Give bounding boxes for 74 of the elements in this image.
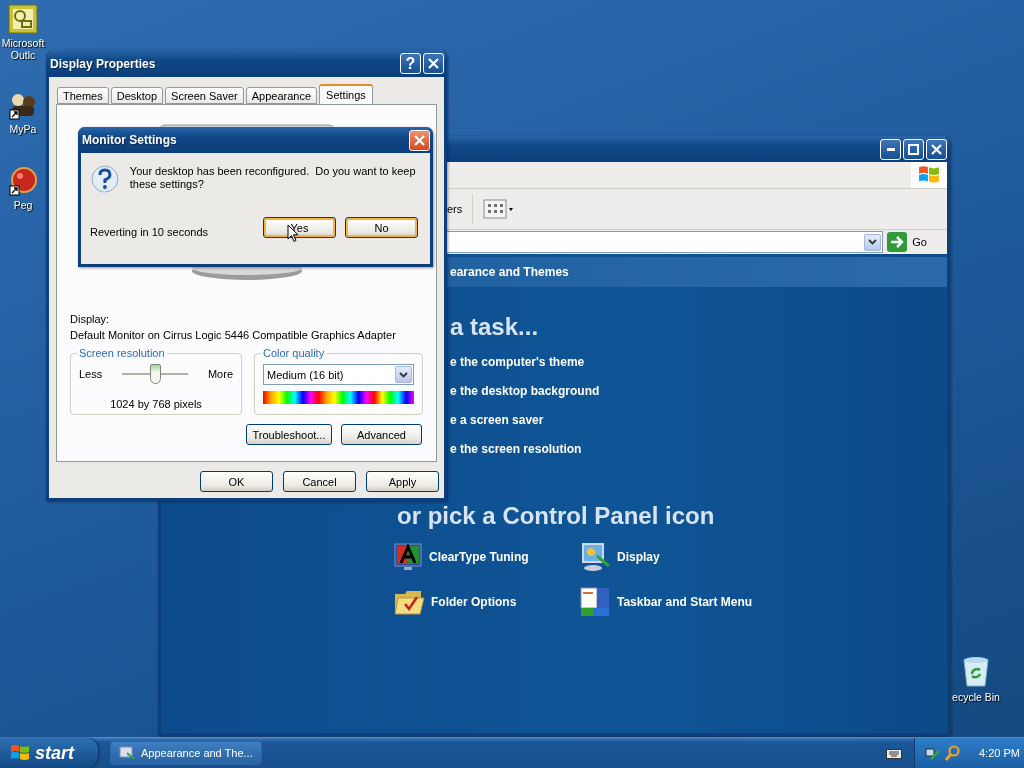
chevron-down-icon bbox=[868, 239, 878, 245]
slider-thumb[interactable] bbox=[150, 364, 162, 384]
clock: 4:20 PM bbox=[979, 747, 1020, 759]
folder-icon bbox=[393, 588, 425, 616]
dialog-button[interactable]: No bbox=[345, 217, 418, 238]
display-icon bbox=[579, 542, 611, 572]
slider-max-label: More bbox=[207, 368, 233, 380]
taskbar-icon bbox=[579, 586, 611, 618]
panel-button[interactable]: Troubleshoot... bbox=[246, 424, 332, 445]
tab[interactable]: Screen Saver bbox=[165, 87, 244, 104]
slider-min-label: Less bbox=[79, 368, 103, 380]
control-panel-link[interactable]: Display bbox=[617, 550, 660, 564]
minimize-icon bbox=[886, 147, 895, 151]
taskbar-button[interactable]: Appearance and The... bbox=[110, 741, 262, 765]
task-link[interactable]: e the screen resolution bbox=[450, 442, 947, 456]
views-icon[interactable] bbox=[483, 199, 516, 219]
minimize-button[interactable] bbox=[880, 138, 901, 160]
countdown-text: Reverting in 10 seconds bbox=[90, 225, 209, 238]
maximize-button[interactable] bbox=[903, 138, 924, 160]
dialog-button[interactable]: Cancel bbox=[283, 471, 356, 492]
icon-heading: or pick a Control Panel icon bbox=[397, 502, 715, 530]
desktop-icon-label[interactable]: MyPa bbox=[9, 123, 37, 135]
desktop-icon-label[interactable]: Peg bbox=[13, 199, 33, 211]
network-icon[interactable] bbox=[925, 745, 941, 761]
keyboard-icon[interactable] bbox=[886, 747, 902, 759]
category-title: earance and Themes bbox=[450, 265, 569, 279]
close-icon bbox=[414, 134, 425, 146]
control-panel-link[interactable]: ClearType Tuning bbox=[429, 550, 529, 564]
toolbar-button[interactable]: ers bbox=[447, 203, 463, 215]
chevron-down-icon bbox=[399, 371, 408, 378]
color-quality-select[interactable]: Medium (16 bit) bbox=[263, 364, 414, 385]
display-label: Display: bbox=[70, 313, 111, 325]
tab[interactable]: Themes bbox=[57, 87, 109, 104]
go-button[interactable]: Go bbox=[887, 232, 927, 252]
dialog-message: Your desktop has been reconfigured. Do you want to keep these settings? bbox=[129, 165, 417, 192]
dialog-button[interactable]: OK bbox=[200, 471, 273, 492]
tab[interactable]: Appearance bbox=[245, 87, 318, 104]
task-link[interactable]: e a screen saver bbox=[450, 413, 947, 427]
dialog-button[interactable]: Apply bbox=[366, 471, 439, 492]
calendar-icon bbox=[8, 4, 38, 34]
monitor-letter-icon bbox=[393, 542, 423, 572]
tab[interactable]: Settings bbox=[319, 84, 373, 105]
maximize-icon bbox=[908, 143, 919, 155]
close-button[interactable] bbox=[423, 53, 444, 74]
control-panel-link[interactable]: Folder Options bbox=[431, 595, 517, 609]
group-title: Screen resolution bbox=[77, 347, 167, 359]
arrow-right-icon bbox=[887, 232, 908, 252]
tab[interactable]: Desktop bbox=[110, 87, 164, 104]
resolution-value: 1024 by 768 pixels bbox=[109, 398, 203, 410]
windows-logo-icon bbox=[10, 743, 30, 763]
desktop-icon-label[interactable]: ecycle Bin bbox=[952, 691, 1000, 703]
dialog-button[interactable]: Yes bbox=[263, 217, 336, 238]
task-link[interactable]: e the computer's theme bbox=[450, 355, 947, 369]
start-button[interactable]: start bbox=[0, 738, 98, 768]
help-button[interactable]: ? bbox=[400, 53, 421, 74]
dialog-title: Monitor Settings bbox=[82, 133, 178, 147]
window-icon bbox=[119, 745, 135, 761]
close-button[interactable] bbox=[926, 138, 947, 160]
window-title: Display Properties bbox=[50, 56, 157, 71]
recycle-bin-icon bbox=[961, 656, 991, 688]
dropdown-button[interactable] bbox=[864, 233, 882, 251]
task-link[interactable]: e the desktop background bbox=[450, 384, 947, 398]
adapter-name: Default Monitor on Cirrus Logic 5446 Compatible Graphics Adapter bbox=[70, 329, 397, 341]
close-button[interactable] bbox=[409, 129, 430, 151]
close-icon bbox=[428, 58, 439, 69]
control-panel-link[interactable]: Taskbar and Start Menu bbox=[617, 595, 753, 609]
task-heading: a task... bbox=[450, 313, 539, 341]
panel-button[interactable]: Advanced bbox=[341, 424, 422, 445]
search-icon[interactable] bbox=[945, 745, 961, 761]
desktop-icon-label[interactable]: Microsoft Outlc bbox=[0, 37, 46, 61]
group-title: Color quality bbox=[261, 347, 327, 359]
close-icon bbox=[931, 143, 942, 155]
windows-logo-icon bbox=[918, 164, 940, 186]
ball-icon bbox=[8, 166, 38, 196]
